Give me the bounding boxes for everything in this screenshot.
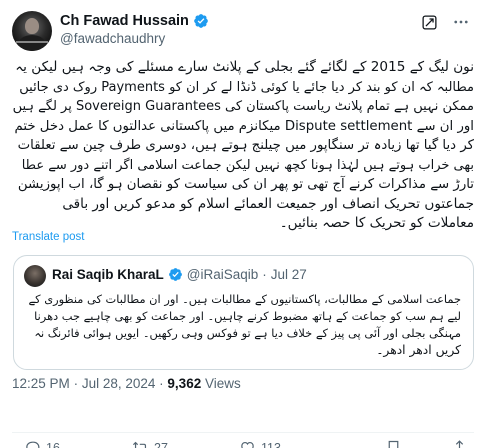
tweet: Ch Fawad Hussain @fawadchaudhry نون لیگ … [0, 0, 486, 448]
verified-badge-icon [194, 14, 208, 28]
quoted-author-handle: @iRaiSaqib [186, 267, 259, 282]
author-display-name[interactable]: Ch Fawad Hussain [60, 13, 189, 29]
author-name-row: Ch Fawad Hussain [60, 13, 209, 29]
post-body-line: مطالبہ کہ ان کو بند کر دیا جائے یا کوئی … [19, 79, 474, 95]
like-count: 113 [261, 440, 281, 448]
bookmark-icon [388, 440, 399, 448]
like-icon [241, 441, 254, 448]
quoted-body-line: لیے ہم سب کو جماعت کے ہاتھ مضبوط کرنے چا… [34, 309, 461, 323]
reply-button[interactable]: 16 [24, 439, 60, 448]
reply-icon [26, 441, 40, 448]
repost-icon [132, 441, 147, 448]
quoted-body-line: جماعت اسلامی کے مطالبات، پاکستانیوں کے م… [28, 292, 461, 306]
share-icon [455, 440, 464, 448]
post-body-line: اور ان سے Dispute settlement میکانزم میں… [14, 118, 475, 134]
reply-count: 16 [46, 440, 60, 448]
verified-badge-icon [168, 268, 182, 281]
quoted-author-row: Rai Saqib KharaL @iRaiSaqib · Jul 27 [52, 267, 307, 282]
meta-separator: · [159, 376, 164, 391]
author-avatar[interactable] [12, 11, 52, 51]
post-body-line: بھی خراب ہوتے ہیں لہٰذا ہونا کچھ نہیں لی… [21, 157, 474, 173]
quoted-body-line: مہنگی بجلی اور آئی پی پیز کے خلاف دیا ہے… [34, 326, 461, 340]
views-label: Views [204, 376, 241, 391]
translate-post-link[interactable]: Translate post [12, 231, 84, 243]
quoted-separator: · [262, 267, 267, 282]
repost-button[interactable]: 27 [132, 439, 168, 448]
post-body-line: کر دیا گیا تھا زیادہ تر سنگاپور میں چیلن… [17, 138, 474, 153]
post-body: نون لیگ کے 2015 کے لگائے گئے بجلی کے پلا… [12, 58, 474, 234]
post-body-line: ممکن نہیں ہے تمام پلانٹ ریاست پاکستان کی… [12, 99, 474, 114]
bookmark-button[interactable] [385, 439, 402, 448]
quoted-body-line: کریں ادھر ادھر۔ [376, 343, 461, 357]
post-body-line: تارڑ سے مذاکرات کرنے آج تھی تو پھر ان کی… [17, 177, 474, 192]
post-meta: 12:25 PM · Jul 28, 2024 · 9,362 Views [12, 376, 241, 391]
views-count: 9,362 [167, 376, 202, 391]
more-icon[interactable] [452, 13, 470, 31]
quoted-date: Jul 27 [270, 267, 307, 282]
post-body-line: نون لیگ کے 2015 کے لگائے گئے بجلی کے پلا… [15, 59, 474, 75]
meta-separator: · [73, 376, 79, 391]
quoted-body: جماعت اسلامی کے مطالبات، پاکستانیوں کے م… [26, 291, 461, 359]
author-handle[interactable]: @fawadchaudhry [60, 31, 165, 46]
quoted-post[interactable]: Rai Saqib KharaL @iRaiSaqib · Jul 27 جما… [13, 255, 474, 370]
quoted-author-avatar [24, 265, 46, 287]
like-button[interactable]: 113 [239, 439, 281, 448]
repost-count: 27 [154, 440, 168, 448]
post-date[interactable]: Jul 28, 2024 [82, 376, 156, 391]
post-body-line: جماعتوں تحریک انصاف اور جمیعت العمائے اس… [62, 195, 474, 212]
share-button[interactable] [451, 439, 468, 448]
divider [12, 432, 474, 433]
grok-icon[interactable] [421, 14, 438, 31]
post-time[interactable]: 12:25 PM [12, 376, 70, 391]
quoted-author-name: Rai Saqib KharaL [52, 267, 164, 282]
